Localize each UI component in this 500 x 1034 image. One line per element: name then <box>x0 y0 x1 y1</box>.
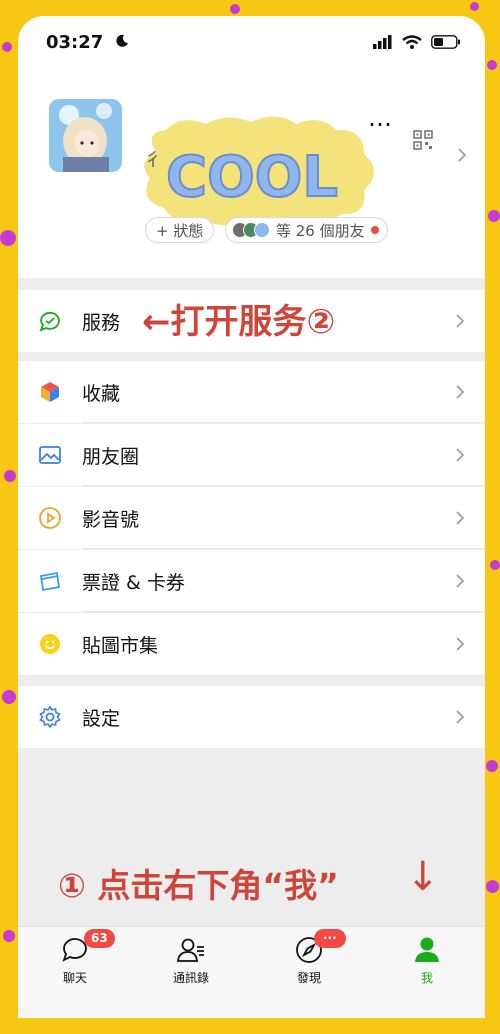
wifi-icon <box>402 35 422 49</box>
add-status-button[interactable]: + 狀態 <box>145 217 215 243</box>
divider <box>82 548 485 549</box>
friends-count-label: 等 26 個朋友 <box>276 221 365 240</box>
signal-icon <box>373 35 392 49</box>
profile-id: 彳 <box>144 150 162 171</box>
bg-dot <box>4 470 16 482</box>
contacts-icon <box>176 938 204 962</box>
status-icons <box>373 35 461 49</box>
chevron-right-icon <box>456 448 465 462</box>
add-status-label: + 狀態 <box>156 221 204 240</box>
new-dot <box>370 226 379 234</box>
battery-icon <box>431 35 460 49</box>
menu-item-channels[interactable]: 影音號 <box>18 487 485 549</box>
avatar-image <box>49 99 122 172</box>
tab-label: 發現 <box>296 971 321 985</box>
profile-name: … <box>368 104 392 132</box>
tab-label: 通訊錄 <box>172 971 209 985</box>
menu-label: 朋友圈 <box>82 446 140 468</box>
tab-me[interactable]: 我 <box>392 935 462 986</box>
menu-label: 服務 <box>82 312 121 334</box>
services-icon <box>39 311 60 332</box>
menu-label: 設定 <box>82 708 121 730</box>
play-circle-icon <box>39 507 61 529</box>
person-icon <box>415 937 439 962</box>
status-bar: 03:27 <box>18 16 485 72</box>
bg-dot <box>490 560 500 570</box>
divider <box>82 611 485 612</box>
tab-bar: 聊天 63 通訊錄 發現 ··· 我 <box>18 926 485 1018</box>
friend-avatars <box>232 222 270 238</box>
annotation-down-arrow: ↓ <box>406 854 440 900</box>
bg-dot <box>0 230 16 246</box>
smiley-icon <box>40 634 60 654</box>
phone-screen: 03:27 COOL … 彳 + 狀態 等 26 個朋友 服務 ←打开服务② 收… <box>18 16 485 1018</box>
status-time: 03:27 <box>46 32 104 53</box>
gear-icon <box>39 705 61 729</box>
divider <box>82 422 485 423</box>
tab-label: 聊天 <box>62 971 87 985</box>
friends-status-pill[interactable]: 等 26 個朋友 <box>225 217 388 243</box>
bg-dot <box>2 690 16 704</box>
profile-card[interactable]: COOL … 彳 + 狀態 等 26 個朋友 <box>18 72 485 278</box>
bg-dot <box>488 210 500 222</box>
menu-label: 影音號 <box>82 509 140 531</box>
tab-contacts[interactable]: 通訊錄 <box>156 935 226 986</box>
menu-item-favorites[interactable]: 收藏 <box>18 361 485 423</box>
chevron-right-icon <box>456 314 465 328</box>
menu-item-settings[interactable]: 設定 <box>18 686 485 748</box>
annotation-open-services: ←打开服务② <box>142 302 336 342</box>
bg-dot <box>3 930 15 942</box>
menu-label: 收藏 <box>82 383 121 405</box>
divider <box>82 485 485 486</box>
cool-sticker: COOL <box>144 116 374 226</box>
bg-dot <box>230 4 240 14</box>
annotation-tap-me: ① 点击右下角“我” <box>58 866 339 905</box>
bg-dot <box>470 2 479 11</box>
new-badge: ··· <box>314 929 346 948</box>
menu-item-cards[interactable]: 票證 & 卡券 <box>18 550 485 612</box>
bg-dot <box>486 880 499 893</box>
photo-icon <box>39 446 61 464</box>
avatar[interactable] <box>49 99 122 172</box>
menu-item-sticker-store[interactable]: 貼圖市集 <box>18 613 485 675</box>
card-wallet-icon <box>39 571 61 592</box>
chevron-right-icon <box>456 511 465 525</box>
menu-item-moments[interactable]: 朋友圈 <box>18 424 485 486</box>
menu-label: 貼圖市集 <box>82 635 159 657</box>
qr-code-icon[interactable] <box>413 130 433 150</box>
bg-dot <box>487 60 497 70</box>
chevron-right-icon <box>458 148 467 162</box>
tab-chats[interactable]: 聊天 63 <box>40 929 115 986</box>
chevron-right-icon <box>456 385 465 399</box>
tab-label: 我 <box>420 971 433 985</box>
sticker-text: COOL <box>166 145 338 210</box>
bg-dot <box>2 42 12 52</box>
bg-dot <box>486 760 498 772</box>
chevron-right-icon <box>456 637 465 651</box>
chevron-right-icon <box>456 710 465 724</box>
unread-badge: 63 <box>84 929 115 948</box>
cube-icon <box>41 382 59 402</box>
moon-icon <box>116 34 128 47</box>
chevron-right-icon <box>456 574 465 588</box>
friend-avatar <box>254 222 270 238</box>
tab-discover[interactable]: 發現 ··· <box>274 929 346 986</box>
menu-label: 票證 & 卡券 <box>82 572 185 594</box>
